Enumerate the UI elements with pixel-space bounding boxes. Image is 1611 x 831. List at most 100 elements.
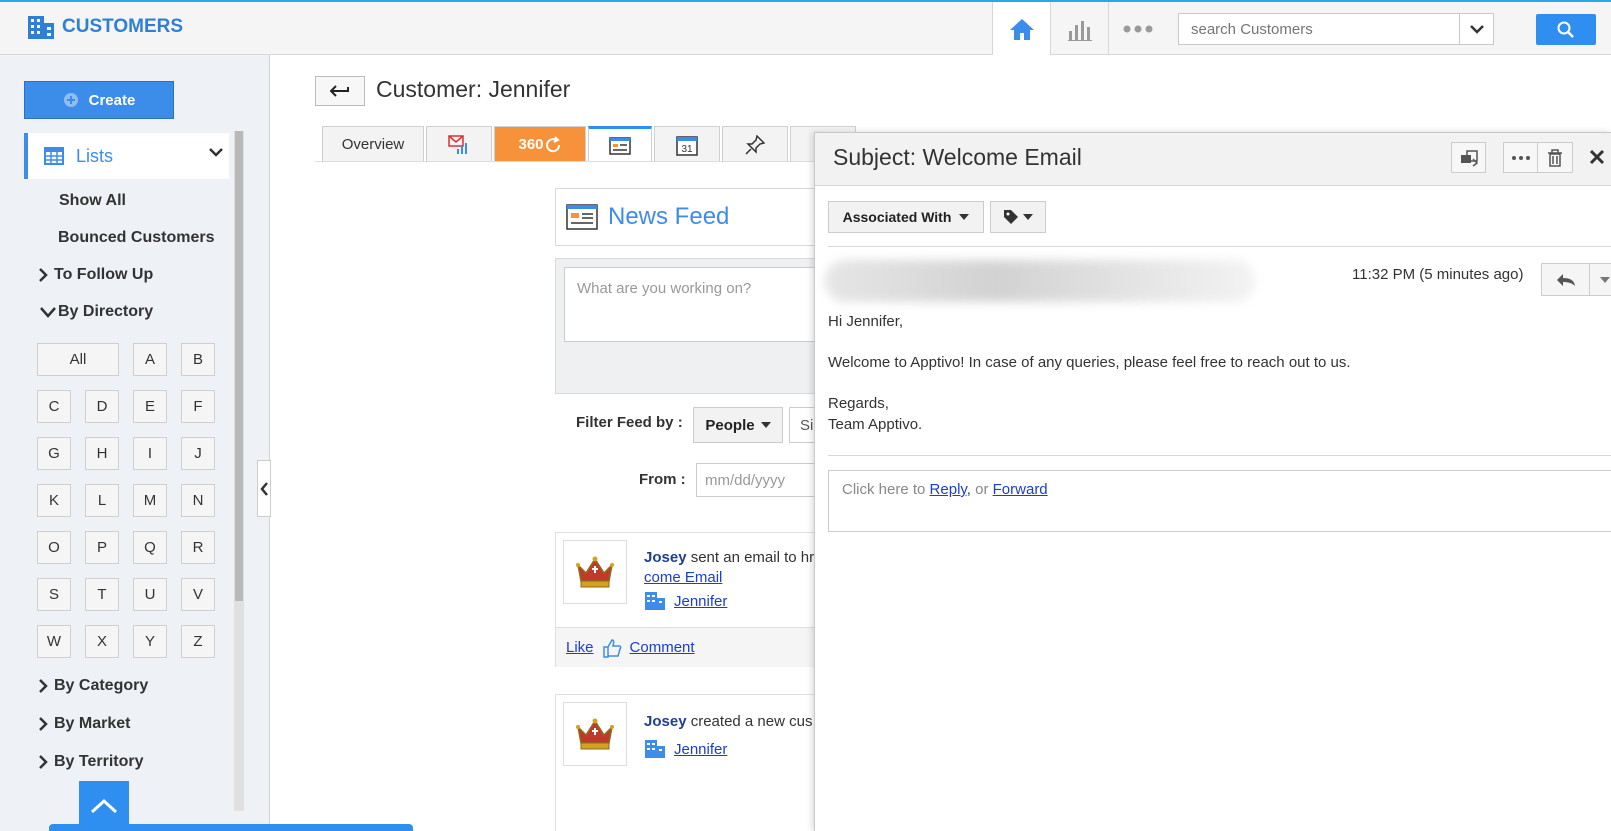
tab-calendar[interactable]: 31: [654, 126, 720, 162]
bottom-bar: [49, 824, 413, 831]
feed-user-link[interactable]: Josey: [644, 713, 687, 730]
letter-button[interactable]: O: [37, 531, 71, 564]
feed-action-text: sent an email to hr: [690, 549, 815, 566]
chevron-down-icon: [40, 307, 56, 318]
sidebar-scroll-thumb[interactable]: [235, 131, 243, 601]
tab-news-feed[interactable]: [588, 126, 652, 162]
more-button[interactable]: [1108, 2, 1166, 55]
letter-button[interactable]: D: [85, 390, 119, 423]
letter-button[interactable]: K: [37, 484, 71, 517]
letter-button[interactable]: A: [133, 343, 167, 376]
people-filter-dropdown[interactable]: People: [693, 407, 783, 443]
by-category-label: By Category: [54, 677, 149, 694]
search-button[interactable]: [1536, 14, 1596, 45]
associated-with-dropdown[interactable]: Associated With: [828, 201, 984, 233]
caret-down-icon: [760, 422, 771, 428]
feed-email-link[interactable]: come Email: [644, 569, 722, 586]
reports-button[interactable]: [1050, 2, 1108, 55]
sidebar-item-to-follow-up[interactable]: To Follow Up: [38, 266, 153, 284]
letter-button[interactable]: R: [181, 531, 215, 564]
letter-button[interactable]: F: [181, 390, 215, 423]
like-link[interactable]: Like: [566, 639, 594, 656]
letter-button[interactable]: G: [37, 437, 71, 470]
letter-button[interactable]: T: [85, 578, 119, 611]
sidebar-item-by-category[interactable]: By Category: [38, 677, 148, 695]
more-actions-button[interactable]: [1504, 143, 1539, 172]
convert-button[interactable]: [1451, 142, 1486, 173]
reply-button[interactable]: [1542, 264, 1590, 295]
sidebar-item-by-territory[interactable]: By Territory: [38, 753, 144, 771]
more-dots-icon: [1511, 155, 1530, 160]
bar-chart-icon: [1067, 20, 1092, 41]
feed-customer-row: Jennifer: [644, 739, 727, 759]
letter-button[interactable]: L: [85, 484, 119, 517]
letter-button[interactable]: Q: [133, 531, 167, 564]
avatar[interactable]: [563, 540, 627, 604]
sender-info-redacted: [825, 260, 1255, 302]
letter-button[interactable]: U: [133, 578, 167, 611]
bounced-label: Bounced Customers: [58, 229, 215, 246]
letter-button[interactable]: M: [133, 484, 167, 517]
letter-button[interactable]: J: [181, 437, 215, 470]
letter-button[interactable]: E: [133, 390, 167, 423]
email-body: Welcome to Apptivo! In case of any queri…: [828, 354, 1351, 371]
close-button[interactable]: [1589, 149, 1605, 170]
feed-customer-link[interactable]: Jennifer: [674, 741, 727, 758]
sidebar-collapse-toggle[interactable]: [257, 460, 271, 517]
tab-360-label: 360: [518, 136, 544, 153]
pin-icon: [745, 134, 765, 155]
letter-button[interactable]: S: [37, 578, 71, 611]
tag-dropdown[interactable]: [990, 201, 1046, 233]
search-input[interactable]: [1179, 14, 1459, 44]
reply-options-button[interactable]: [1590, 264, 1611, 295]
reply-link[interactable]: Reply,: [930, 481, 971, 498]
tab-360[interactable]: 360: [494, 126, 586, 162]
letter-button[interactable]: H: [85, 437, 119, 470]
feed-customer-link[interactable]: Jennifer: [674, 593, 727, 610]
search-dropdown[interactable]: [1459, 14, 1493, 44]
lists-section-header[interactable]: Lists: [24, 133, 229, 179]
sidebar-item-show-all[interactable]: Show All: [59, 192, 126, 210]
letter-button[interactable]: N: [181, 484, 215, 517]
divider: [828, 455, 1611, 456]
by-territory-label: By Territory: [54, 753, 144, 770]
building-icon: [645, 592, 665, 610]
status-textarea[interactable]: What are you working on?: [564, 267, 824, 342]
quick-reply-box[interactable]: Click here to Reply, or Forward: [828, 470, 1611, 532]
forward-link[interactable]: Forward: [993, 481, 1048, 498]
home-button[interactable]: [992, 2, 1050, 55]
tab-overview[interactable]: Overview: [322, 126, 424, 162]
delete-button[interactable]: [1538, 143, 1572, 172]
by-directory-label: By Directory: [58, 303, 154, 320]
to-follow-up-label: To Follow Up: [54, 266, 154, 283]
sidebar-item-bounced[interactable]: Bounced Customers: [58, 229, 214, 247]
app-brand[interactable]: CUSTOMERS: [26, 14, 183, 40]
feed-composer: What are you working on?: [555, 258, 824, 394]
sidebar-item-by-directory[interactable]: By Directory: [40, 303, 153, 321]
more-dots-icon: [1123, 25, 1152, 32]
letter-button[interactable]: Z: [181, 625, 215, 658]
create-button[interactable]: Create: [24, 81, 174, 119]
sidebar-item-by-market[interactable]: By Market: [38, 715, 130, 733]
from-date-input[interactable]: mm/dd/yyyy: [696, 463, 826, 497]
letter-button[interactable]: V: [181, 578, 215, 611]
home-icon: [1009, 18, 1034, 40]
feed-user-link[interactable]: Josey: [644, 549, 687, 566]
chevron-down-icon: [1469, 25, 1484, 34]
letter-button[interactable]: I: [133, 437, 167, 470]
letter-button[interactable]: X: [85, 625, 119, 658]
letter-button[interactable]: W: [37, 625, 71, 658]
letter-button[interactable]: Y: [133, 625, 167, 658]
feed-item: Josey created a new cus Jennifer: [555, 694, 815, 831]
letter-button[interactable]: C: [37, 390, 71, 423]
avatar[interactable]: [563, 702, 627, 766]
email-detail-panel: Subject: Welcome Email Associated With 1…: [814, 132, 1611, 831]
letter-button-all[interactable]: All: [37, 343, 119, 376]
tab-email-stats[interactable]: [426, 126, 492, 162]
comment-link[interactable]: Comment: [630, 639, 695, 656]
letter-button[interactable]: B: [181, 343, 215, 376]
back-button[interactable]: [315, 76, 365, 106]
letter-button[interactable]: P: [85, 531, 119, 564]
tab-notes[interactable]: [722, 126, 788, 162]
refresh-icon: [545, 135, 560, 152]
